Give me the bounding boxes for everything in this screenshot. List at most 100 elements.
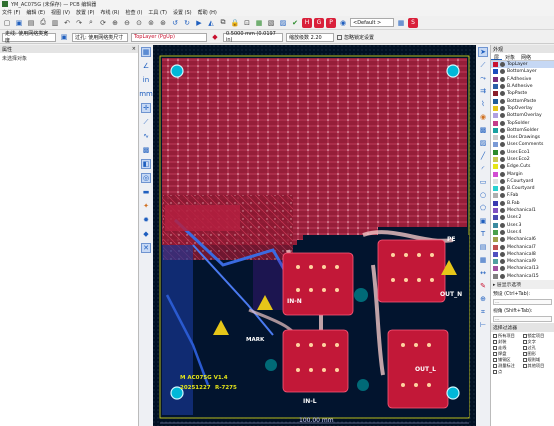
tools-icon[interactable]: ✕ [141,243,151,253]
layer-color-swatch[interactable] [493,273,498,279]
plugin2-icon[interactable]: P [326,17,336,28]
layer-row[interactable]: TopSolder [491,119,554,126]
zoom-in-icon[interactable]: ⊕ [110,18,120,28]
draw-line-icon[interactable]: ╱ [478,151,488,161]
zone-fill-icon[interactable]: ▩ [141,145,151,155]
via-sketch-icon[interactable]: ◎ [141,173,151,183]
layer-row[interactable]: BottomPaste [491,97,554,104]
layer-row[interactable]: F.Adhesive [491,76,554,83]
visibility-eye-icon[interactable] [500,259,505,265]
zoom-selection-icon[interactable]: ⊛ [158,18,168,28]
layer-color-swatch[interactable] [493,135,498,141]
layer-color-swatch[interactable] [493,157,498,162]
add-rule-area-icon[interactable]: ▨ [478,138,488,148]
measure-icon[interactable]: ⊢ [478,320,488,330]
visibility-eye-icon[interactable] [500,105,505,111]
layer-mode-icon[interactable]: ◆ [141,229,151,239]
menu-place[interactable]: 放置 (P) [76,9,95,16]
layer-pair-icon[interactable]: ◆ [210,32,220,42]
menu-view[interactable]: 视图 (V) [51,9,70,16]
draw-arc-icon[interactable]: ◜ [478,164,488,174]
layer-color-swatch[interactable] [493,186,498,192]
tab-layers[interactable]: 层 [491,53,503,61]
polar-coords-icon[interactable]: ∠ [141,61,151,71]
grid-select[interactable]: 0.5000 mm (0.0197 in) [223,31,283,43]
set-origin-icon[interactable]: ⊕ [478,294,488,304]
route-track-icon[interactable]: ⤳ [478,73,488,83]
scripting-icon[interactable]: H [302,17,312,28]
visibility-eye-icon[interactable] [500,171,505,177]
layer-row[interactable]: TopPaste [491,90,554,97]
via-size-select[interactable]: 过孔: 使用网络类尺寸 [72,32,128,42]
layer-row[interactable]: Mechanical13 [491,265,554,272]
layer-color-swatch[interactable] [493,178,498,184]
layer-row[interactable]: User.3 [491,222,554,229]
visibility-eye-icon[interactable] [500,76,505,82]
preset-select[interactable]: --- [493,298,552,305]
ratsnest-icon[interactable]: ⟋ [141,117,151,127]
active-layer-select[interactable]: TopLayer (PgUp) [131,32,207,42]
layout-icon[interactable]: ▦ [396,18,406,28]
tab-objects[interactable]: 对象 [502,53,518,61]
local-ratsnest-icon[interactable]: ⟋ [478,60,488,70]
layer-color-swatch[interactable] [493,171,498,177]
layer-color-swatch[interactable] [493,120,498,126]
layer-color-swatch[interactable] [493,259,498,265]
visibility-eye-icon[interactable] [500,273,505,279]
checkbox-icon[interactable] [522,351,527,356]
layer-color-swatch[interactable] [493,149,498,155]
add-table-icon[interactable]: ▦ [478,255,488,265]
menu-help[interactable]: 帮助 (H) [198,9,217,16]
layer-color-swatch[interactable] [493,127,498,133]
layer-color-swatch[interactable] [493,237,498,243]
pad-sketch-icon[interactable]: ◧ [141,159,151,169]
layer-row[interactable]: User.Eco1 [491,149,554,156]
lock-icon[interactable]: 🔒 [230,18,240,28]
layer-row[interactable]: BottomOverlay [491,112,554,119]
visibility-eye-icon[interactable] [500,222,505,228]
netlist-icon[interactable]: ▦ [254,18,264,28]
layer-row[interactable]: User.4 [491,229,554,236]
visibility-eye-icon[interactable] [500,244,505,250]
tab-nets[interactable]: 网络 [518,53,534,61]
print-icon[interactable]: ⎙ [38,18,48,28]
checkbox-icon[interactable] [522,345,527,350]
layer-row[interactable]: F.Fab [491,192,554,199]
layer-row[interactable]: Mechanical6 [491,236,554,243]
tune-length-icon[interactable]: ⌇ [478,99,488,109]
grid-origin-icon[interactable]: ⌗ [478,307,488,317]
visibility-eye-icon[interactable] [500,142,505,148]
layer-row[interactable]: Mechanical15 [491,273,554,280]
unlock-icon[interactable]: ⊡ [242,18,252,28]
visibility-eye-icon[interactable] [500,135,505,141]
checkbox-icon[interactable] [493,369,497,374]
menu-file[interactable]: 文件 (F) [2,9,20,16]
visibility-eye-icon[interactable] [500,120,505,126]
add-via-icon[interactable]: ◉ [478,112,488,122]
layer-row[interactable]: Margin [491,170,554,177]
grid-toggle-icon[interactable]: ▦ [141,47,151,57]
track-width-select[interactable]: 走线: 使用网络类宽度 [2,31,56,44]
zoom-objects-icon[interactable]: ⊚ [146,18,156,28]
units-mm-icon[interactable]: mm [139,89,153,99]
layer-row[interactable]: Mechanical8 [491,251,554,258]
checkbox-icon[interactable] [493,345,497,350]
zoom-select[interactable]: 缩放级数 2.20 [286,32,334,42]
menu-edit[interactable]: 编辑 (E) [26,9,45,16]
checkbox-icon[interactable] [522,357,527,362]
layer-row[interactable]: Mechanical7 [491,243,554,250]
draw-circle-icon[interactable]: ○ [478,190,488,200]
layer-row[interactable]: F.Courtyard [491,178,554,185]
lock-override-checkbox[interactable]: 忽略锁定设置 [337,34,374,41]
zoom-out-icon[interactable]: ⊖ [122,18,132,28]
drc-icon[interactable]: ✔ [290,18,300,28]
curved-ratsnest-icon[interactable]: ∿ [141,131,151,141]
layer-row[interactable]: User.Drawings [491,134,554,141]
layer-color-swatch[interactable] [493,91,498,97]
layer-color-swatch[interactable] [493,208,498,214]
filter-checkbox[interactable]: 其他项目 [522,363,553,369]
layer-color-swatch[interactable] [493,69,498,75]
layer-color-swatch[interactable] [493,266,498,272]
visibility-eye-icon[interactable] [500,98,505,104]
layer-row[interactable]: B.Fab [491,200,554,207]
